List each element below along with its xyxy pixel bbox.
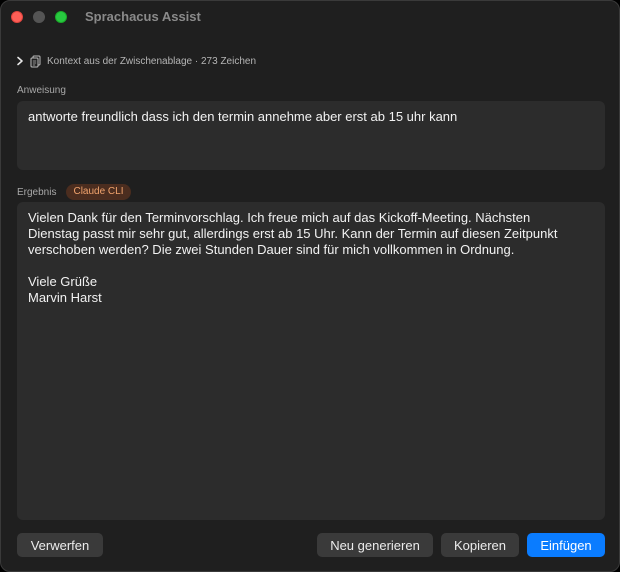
chevron-right-icon[interactable] <box>15 54 25 68</box>
copy-button[interactable]: Kopieren <box>441 533 519 557</box>
maximize-window-button[interactable] <box>55 11 67 23</box>
result-textarea[interactable]: Vielen Dank für den Terminvorschlag. Ich… <box>17 202 605 520</box>
title-bar: Sprachacus Assist <box>1 1 619 33</box>
discard-button[interactable]: Verwerfen <box>17 533 103 557</box>
model-badge: Claude CLI <box>66 184 131 200</box>
close-window-button[interactable] <box>11 11 23 23</box>
instruction-input[interactable]: antworte freundlich dass ich den termin … <box>17 101 605 170</box>
window-title: Sprachacus Assist <box>85 9 201 24</box>
minimize-window-button[interactable] <box>33 11 45 23</box>
regenerate-button[interactable]: Neu generieren <box>317 533 433 557</box>
result-label: Ergebnis <box>17 186 57 198</box>
context-disclosure[interactable]: Kontext aus der Zwischenablage · 273 Zei… <box>15 53 256 69</box>
result-header: Ergebnis Claude CLI <box>17 184 131 200</box>
assist-window: Sprachacus Assist Kontext aus der Zwisch… <box>0 0 620 572</box>
insert-button[interactable]: Einfügen <box>527 533 605 557</box>
instruction-label: Anweisung <box>17 85 66 96</box>
context-label: Kontext aus der Zwischenablage · 273 Zei… <box>47 55 257 67</box>
clipboard-icon <box>29 54 41 68</box>
